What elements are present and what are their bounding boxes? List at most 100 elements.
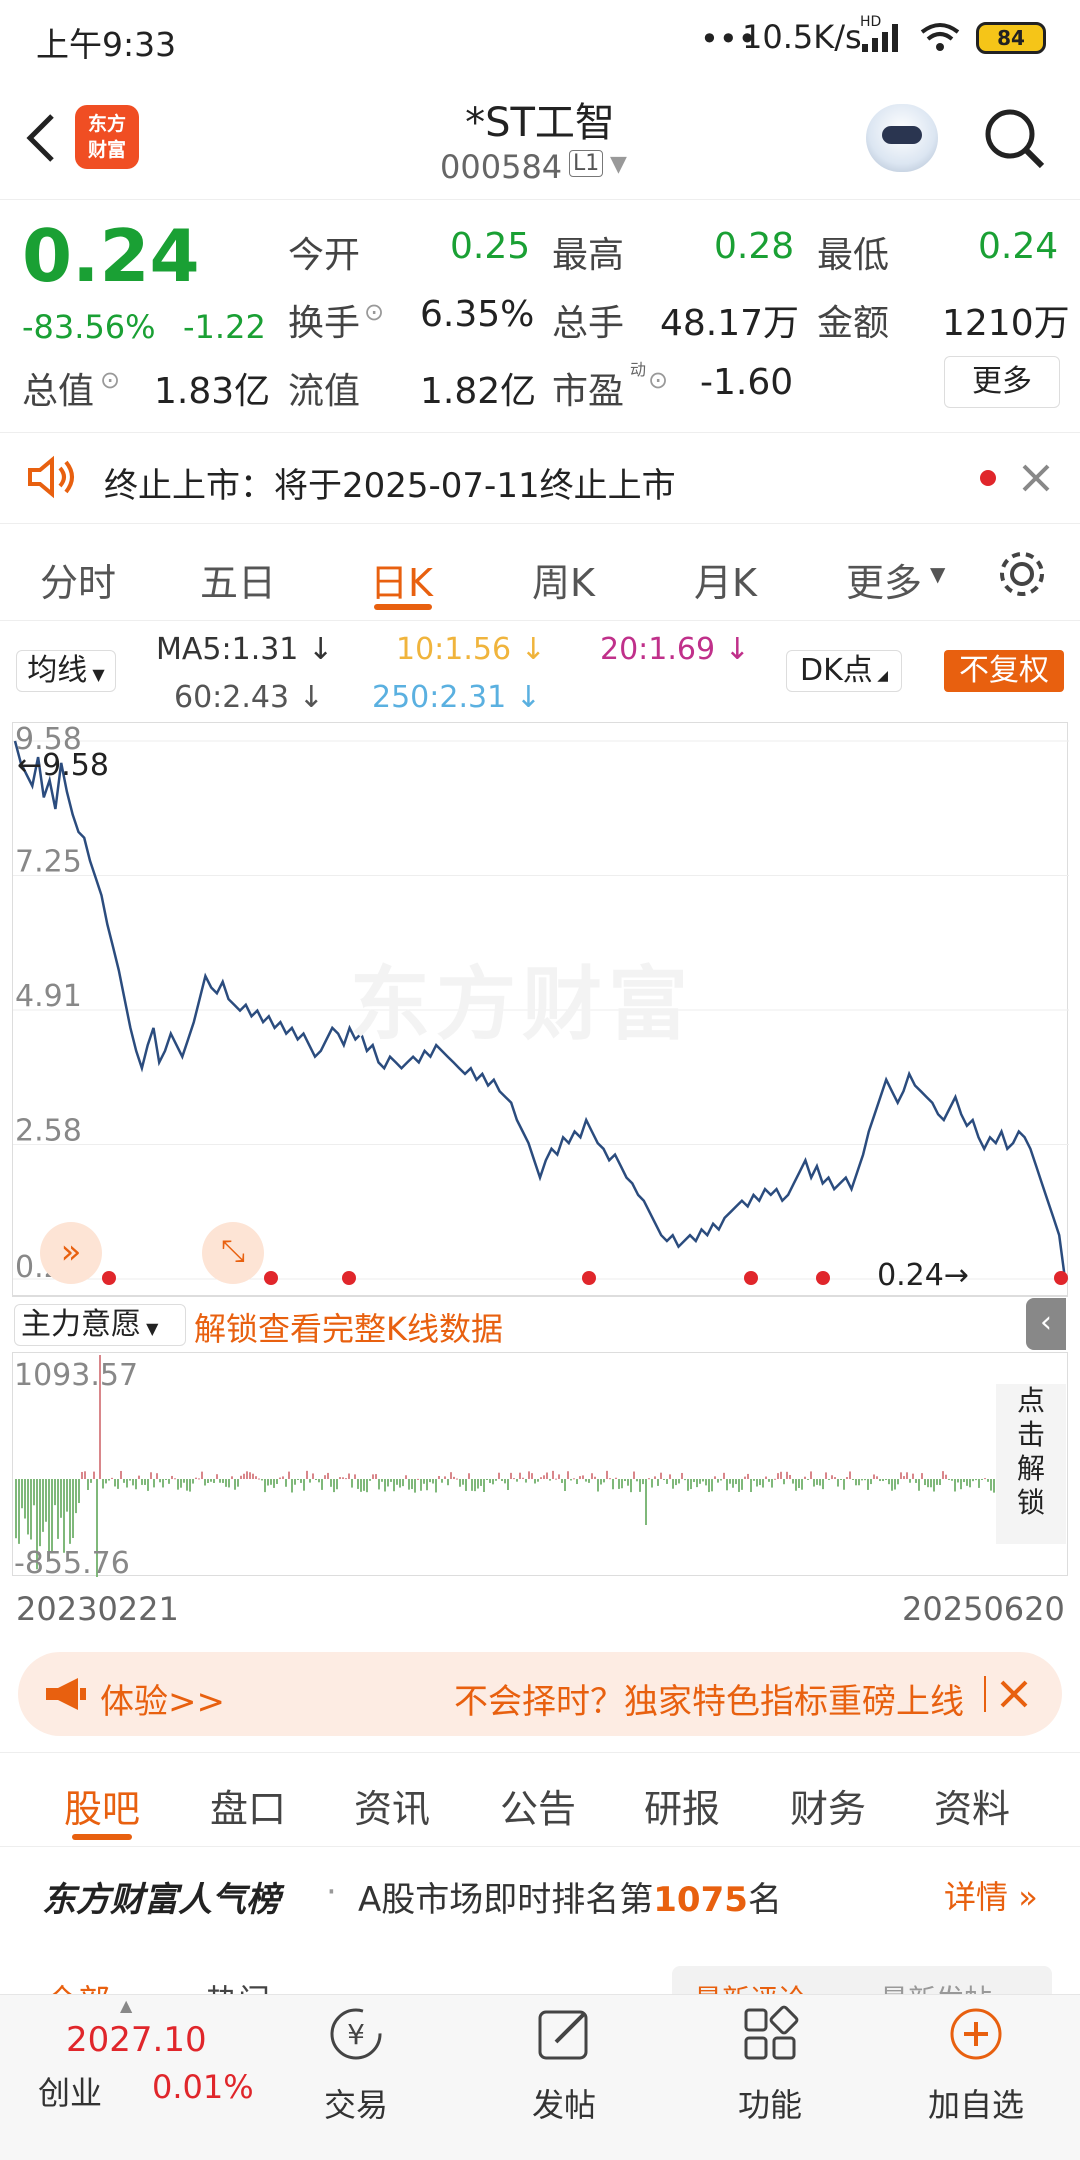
side-unlock-button[interactable]: 点击解锁 <box>996 1384 1066 1544</box>
indicator-bar <box>153 1479 155 1488</box>
indicator-bar <box>660 1472 662 1479</box>
indicator-bar <box>180 1479 182 1488</box>
expand-left-icon[interactable]: » <box>40 1222 102 1284</box>
index-value[interactable]: 2027.10 <box>66 2020 207 2060</box>
indicator-bar <box>492 1479 494 1485</box>
functions-grid-icon[interactable] <box>740 2004 800 2064</box>
indicator-bar <box>888 1479 890 1485</box>
adjust-button[interactable]: 不复权 <box>944 650 1064 692</box>
indicator-bar <box>879 1479 881 1482</box>
tab-research[interactable]: 研报 <box>644 1778 720 1833</box>
more-button[interactable]: 更多 <box>944 356 1060 408</box>
ma250-value: 250:2.31 ↓ <box>372 680 541 715</box>
indicator-bar <box>819 1479 821 1486</box>
indicator-selector[interactable]: 主力意愿 ▼ <box>14 1304 186 1346</box>
nav-add-watchlist[interactable]: 加自选 <box>920 2080 1032 2126</box>
indicator-bar <box>900 1472 902 1479</box>
indicator-bar <box>792 1479 794 1484</box>
indicator-bar <box>345 1478 347 1480</box>
indicator-bar <box>903 1476 905 1479</box>
volume-label: 总手 <box>552 303 625 344</box>
trade-yen-icon[interactable]: ¥ <box>326 2004 386 2064</box>
banner-right-text[interactable]: 不会择时？独家特色指标重磅上线 <box>454 1674 984 1723</box>
info-icon[interactable]: ⊙ <box>648 366 668 394</box>
info-icon[interactable]: ⊙ <box>100 366 120 394</box>
high-value: 0.28 <box>714 226 795 267</box>
close-icon[interactable] <box>1020 462 1052 494</box>
nav-post[interactable]: 发帖 <box>524 2080 604 2126</box>
close-banner-icon[interactable] <box>998 1678 1030 1710</box>
status-bar: 上午9:33 ••• 10.5K/s HD 84 <box>0 0 1080 76</box>
tab-monthly-k[interactable]: 月K <box>694 552 757 607</box>
unlock-kline-link[interactable]: 解锁查看完整K线数据 <box>194 1304 503 1350</box>
indicator-bar <box>690 1479 692 1490</box>
level-badge[interactable]: L1 <box>569 150 604 177</box>
collapse-arrow-icon[interactable]: ‹ <box>1026 1298 1066 1350</box>
indicator-bar <box>111 1477 113 1479</box>
nav-functions[interactable]: 功能 <box>730 2080 810 2126</box>
info-icon[interactable]: ⊙ <box>364 298 384 326</box>
indicator-bar <box>708 1479 710 1493</box>
indicator-bar <box>912 1473 914 1479</box>
back-arrow-icon[interactable] <box>20 108 60 168</box>
indicator-bar <box>993 1479 995 1493</box>
index-name[interactable]: 创业 <box>38 2068 102 2114</box>
tab-weekly-k[interactable]: 周K <box>532 552 595 607</box>
indicator-bar <box>624 1479 626 1482</box>
indicator-bar <box>42 1479 44 1532</box>
indicator-bar <box>198 1478 200 1480</box>
indicator-bar <box>720 1479 722 1481</box>
tab-announcement[interactable]: 公告 <box>500 1778 576 1833</box>
filter-all[interactable]: 全部 <box>46 1976 110 1994</box>
indicator-bar <box>366 1479 368 1493</box>
indicator-bar <box>777 1473 779 1479</box>
indicator-bar <box>513 1478 515 1480</box>
filter-hot[interactable]: 热门 <box>206 1976 270 1994</box>
code-dropdown-icon[interactable]: ▼ <box>610 152 627 177</box>
fullscreen-icon[interactable]: ⤡ <box>202 1222 264 1284</box>
tab-five-day[interactable]: 五日 <box>200 552 276 607</box>
post-edit-icon[interactable] <box>534 2004 594 2064</box>
indicator-bar <box>330 1479 332 1487</box>
tab-more[interactable]: 更多 <box>846 552 922 607</box>
tab-news[interactable]: 资讯 <box>354 1778 430 1833</box>
ma-selector[interactable]: 均线 ▼ <box>16 650 116 692</box>
rank-detail-link[interactable]: 详情 » <box>944 1872 1038 1918</box>
nav-trade[interactable]: 交易 <box>316 2080 396 2126</box>
indicator-bar <box>516 1479 518 1482</box>
tab-guba[interactable]: 股吧 <box>64 1778 140 1833</box>
indicator-bar <box>849 1471 851 1479</box>
sort-latest-reply[interactable]: 最新评论 <box>694 1978 806 1994</box>
settings-gear-icon[interactable] <box>996 548 1048 600</box>
assistant-robot-icon[interactable] <box>866 104 938 172</box>
tab-profile[interactable]: 资料 <box>934 1778 1010 1833</box>
add-watchlist-icon[interactable] <box>946 2004 1006 2064</box>
indicator-bar <box>552 1470 554 1479</box>
indicator-bar <box>189 1479 191 1492</box>
indicator-bar <box>732 1479 734 1488</box>
index-percent[interactable]: 0.01% <box>152 2068 254 2106</box>
tab-daily-k[interactable]: 日K <box>370 552 433 607</box>
indicator-bar <box>285 1479 287 1487</box>
indicator-bar <box>459 1479 461 1487</box>
tab-timeshare[interactable]: 分时 <box>40 552 116 607</box>
indicator-bar <box>909 1479 911 1483</box>
tab-pankou[interactable]: 盘口 <box>210 1778 286 1833</box>
open-label: 今开 <box>288 235 361 276</box>
tab-finance[interactable]: 财务 <box>790 1778 866 1833</box>
search-icon[interactable] <box>980 104 1050 174</box>
indicator-bar <box>657 1479 659 1486</box>
indicator-bar <box>258 1478 260 1480</box>
dk-point-button[interactable]: DK点 ◢ <box>786 650 902 692</box>
indicator-chart <box>12 1352 1068 1577</box>
mcap-label: 总值 <box>22 371 95 412</box>
indicator-bar <box>408 1479 410 1490</box>
indicator-bar <box>201 1471 203 1479</box>
sort-latest-post[interactable]: 最新发帖 <box>880 1978 992 1994</box>
banner-left-text[interactable]: 体验>> <box>100 1674 225 1723</box>
indicator-bar <box>393 1479 395 1492</box>
indicator-bar <box>327 1472 329 1479</box>
indicator-bar <box>117 1479 119 1489</box>
indicator-bar <box>837 1479 839 1487</box>
open-value: 0.25 <box>450 226 531 267</box>
